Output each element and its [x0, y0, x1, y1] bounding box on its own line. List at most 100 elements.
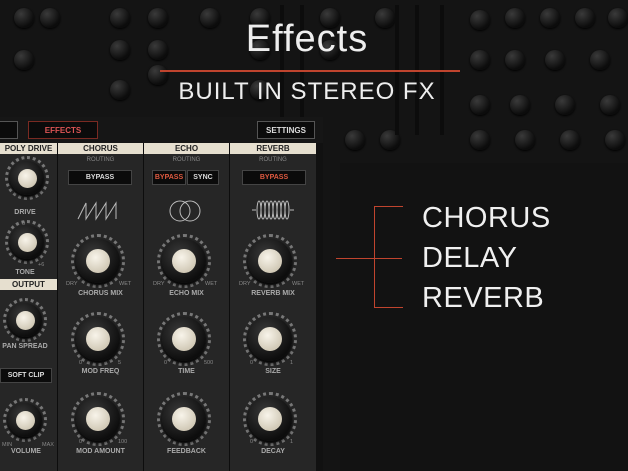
effects-app-window: EFFECTS SETTINGS POLY DRIVE CHORUS ROUTI…: [0, 117, 323, 471]
background-knob: [148, 8, 168, 28]
poly-drive-header: POLY DRIVE: [0, 143, 57, 154]
echo-mix-label: ECHO MIX: [169, 290, 204, 297]
size-max: 1: [290, 360, 294, 366]
background-knob: [470, 50, 490, 70]
tone-min: 0: [22, 221, 26, 227]
background-knob: [470, 10, 490, 30]
bracket-mid: [374, 258, 402, 259]
background-knob: [148, 40, 168, 60]
background-knob: [605, 130, 625, 150]
mod-amount-max: 100: [118, 439, 128, 445]
size-label: SIZE: [265, 368, 281, 375]
reverb-dry: DRY: [239, 281, 251, 287]
volume-max: MAX: [42, 442, 54, 448]
background-knob: [555, 95, 575, 115]
echo-bypass-button[interactable]: BYPASS: [152, 170, 186, 185]
chorus-header: CHORUS: [58, 143, 143, 154]
time-knob[interactable]: [162, 317, 206, 361]
background-fader: [280, 5, 284, 135]
right-edge: [316, 143, 323, 471]
feedback-knob[interactable]: [162, 397, 206, 441]
reverb-routing-label: ROUTING: [259, 157, 287, 163]
size-knob-cap: [258, 327, 282, 351]
chorus-mix-knob[interactable]: [76, 239, 120, 283]
decay-max: 1: [290, 439, 294, 445]
echo-mix-knob[interactable]: [162, 239, 206, 283]
mod-freq-label: MOD FREQ: [81, 368, 120, 375]
background-knob: [14, 8, 34, 28]
echo-routing-label: ROUTING: [172, 157, 201, 163]
drive-label: DRIVE: [14, 209, 36, 216]
chorus-wet: WET: [119, 281, 132, 287]
background-knob: [110, 8, 130, 28]
reverb-mix-knob[interactable]: [248, 239, 292, 283]
effects-tab[interactable]: EFFECTS: [28, 121, 98, 139]
background-knob: [575, 8, 595, 28]
pan-spread-knob[interactable]: [8, 303, 42, 337]
decay-knob[interactable]: [248, 397, 292, 441]
feature-chorus: CHORUS: [422, 202, 551, 234]
reverb-mix-knob-cap: [258, 249, 282, 273]
background-knob: [540, 8, 560, 28]
mod-amount-knob-cap: [86, 407, 110, 431]
background-knob: [110, 80, 130, 100]
background-fader: [440, 5, 444, 135]
chorus-bypass-button[interactable]: BYPASS: [68, 170, 132, 185]
bracket-line: [336, 258, 374, 259]
time-label: TIME: [178, 368, 195, 375]
background-knob: [590, 50, 610, 70]
soft-clip-button[interactable]: SOFT CLIP: [0, 368, 52, 383]
reverb-mix-label: REVERB MIX: [251, 290, 295, 297]
decay-knob-cap: [258, 407, 282, 431]
background-knob: [110, 40, 130, 60]
background-knob: [250, 40, 270, 60]
tone-label: TONE: [15, 269, 35, 276]
background-knob: [14, 50, 34, 70]
background-knob: [148, 65, 168, 85]
chorus-mix-label: CHORUS MIX: [78, 290, 123, 297]
decay-min: 0: [250, 439, 254, 445]
mod-freq-min: 0: [79, 360, 83, 366]
background-knob: [250, 8, 270, 28]
background-knob: [40, 8, 60, 28]
reverb-bypass-button[interactable]: BYPASS: [242, 170, 306, 185]
size-knob[interactable]: [248, 317, 292, 361]
feature-delay: DELAY: [422, 242, 518, 274]
tone-max: +6: [38, 262, 45, 268]
mod-amount-label: MOD AMOUNT: [76, 448, 125, 455]
volume-knob-cap: [16, 411, 35, 430]
background-knob: [545, 50, 565, 70]
background-knob: [505, 8, 525, 28]
background-fader: [300, 5, 304, 135]
mod-freq-knob[interactable]: [76, 317, 120, 361]
echo-dry: DRY: [153, 281, 165, 287]
tone-knob[interactable]: [10, 225, 44, 259]
settings-button[interactable]: SETTINGS: [257, 121, 315, 139]
volume-min: MIN: [2, 442, 13, 448]
reverb-spring-icon: [252, 200, 294, 220]
mod-amount-knob[interactable]: [76, 397, 120, 441]
background-knob: [470, 130, 490, 150]
size-min: 0: [250, 360, 254, 366]
background-knob: [320, 8, 340, 28]
drive-knob-cap: [18, 169, 37, 188]
echo-wet: WET: [205, 281, 218, 287]
chorus-routing-label: ROUTING: [86, 157, 115, 163]
mod-freq-knob-cap: [86, 327, 110, 351]
prev-tab-button[interactable]: [0, 121, 18, 139]
echo-sync-button[interactable]: SYNC: [187, 170, 219, 185]
drive-knob[interactable]: [10, 161, 44, 195]
background-knob: [250, 80, 270, 100]
background-knob: [600, 95, 620, 115]
output-header: OUTPUT: [0, 279, 57, 290]
reverb-wet: WET: [292, 281, 305, 287]
decay-label: DECAY: [261, 448, 285, 455]
echo-header: ECHO: [144, 143, 229, 154]
chorus-wave-icon: [77, 201, 117, 221]
background-knob: [560, 130, 580, 150]
background-knob: [515, 130, 535, 150]
background-knob: [510, 95, 530, 115]
volume-knob[interactable]: [8, 403, 42, 437]
time-min: 0: [164, 360, 168, 366]
tone-knob-cap: [18, 233, 37, 252]
